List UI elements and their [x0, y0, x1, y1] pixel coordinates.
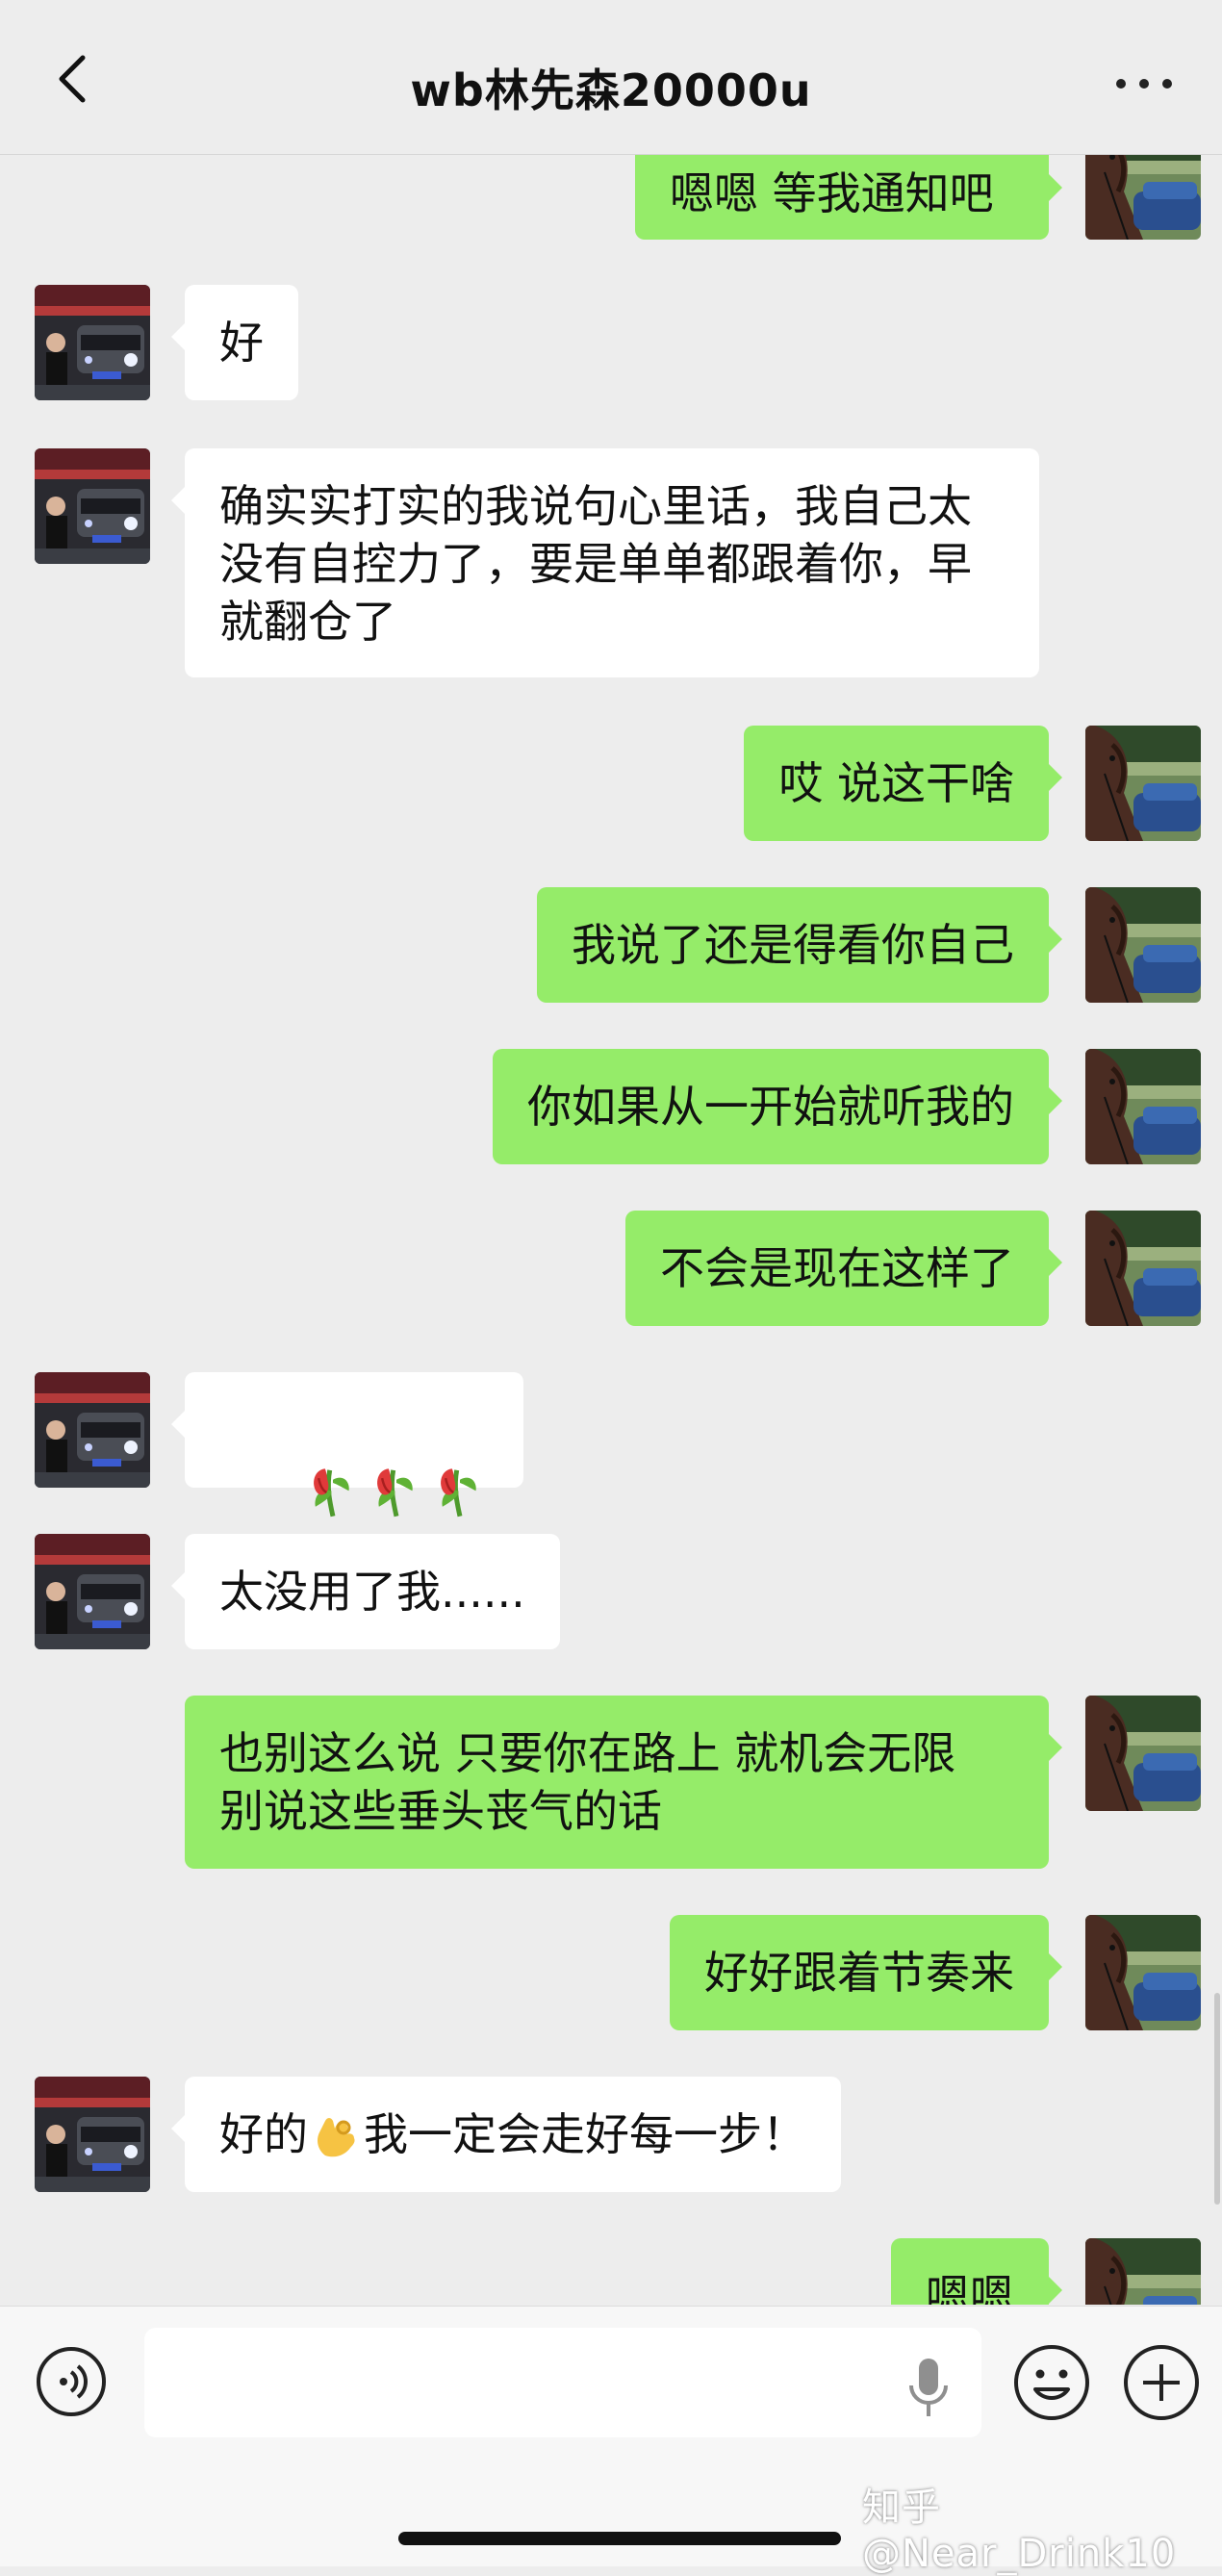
self-avatar[interactable]	[1085, 1696, 1201, 1811]
message-bubble[interactable]	[171, 1372, 523, 1488]
message-text: 我一定会走好每一步！	[364, 2108, 806, 2160]
self-avatar[interactable]	[1085, 1211, 1201, 1326]
self-avatar[interactable]	[1085, 1915, 1201, 2030]
watermark: 知乎 @Near_Drink10	[862, 2486, 1177, 2576]
wilted-rose-icon	[431, 1456, 489, 1519]
message-bubble[interactable]: 好	[171, 285, 298, 400]
message-bubble[interactable]: 也别这么说 只要你在路上 就机会无限 别说这些垂头丧气的话	[185, 1696, 1062, 1869]
wilted-rose-emojis	[304, 1456, 489, 1519]
message-bubble[interactable]: 好的 我一定会走好每一步！	[171, 2077, 841, 2192]
voice-icon	[37, 2347, 106, 2416]
self-avatar[interactable]	[1085, 155, 1201, 240]
self-avatar[interactable]	[1085, 726, 1201, 841]
ok-hand-icon	[318, 2118, 355, 2157]
self-avatar[interactable]	[1085, 887, 1201, 1003]
emoji-icon	[1014, 2345, 1089, 2420]
microphone-icon[interactable]	[904, 2355, 953, 2422]
message-bubble[interactable]: 嗯嗯	[891, 2238, 1062, 2305]
input-bar: 知乎 @Near_Drink10	[0, 2306, 1222, 2576]
plus-icon	[1124, 2345, 1199, 2420]
message-bubble[interactable]: 好好跟着节奏来	[670, 1915, 1062, 2030]
message-bubble[interactable]: 太没用了我......	[171, 1534, 560, 1649]
more-button[interactable]	[1107, 69, 1184, 98]
more-dots-icon	[1116, 79, 1126, 89]
message-bubble[interactable]: 哎 说这干啥	[744, 726, 1062, 841]
contact-avatar[interactable]	[35, 2077, 150, 2192]
chat-title: wb林先森20000u	[410, 64, 812, 116]
message-input[interactable]	[144, 2328, 981, 2437]
contact-avatar[interactable]	[35, 1534, 150, 1649]
message-bubble[interactable]: 你如果从一开始就听我的	[493, 1049, 1062, 1164]
message-text: 好的	[219, 2108, 308, 2160]
chat-messages[interactable]: 嗯嗯 等我通知吧 好 确实实打实的我说句心里话，我自己太没有自控力了，要是单单都…	[0, 155, 1222, 2305]
home-indicator[interactable]	[398, 2532, 841, 2545]
contact-avatar[interactable]	[35, 448, 150, 564]
self-avatar[interactable]	[1085, 1049, 1201, 1164]
message-bubble[interactable]: 嗯嗯 等我通知吧	[635, 155, 1062, 240]
emoji-button[interactable]	[1012, 2343, 1091, 2422]
contact-avatar[interactable]	[35, 285, 150, 400]
message-bubble[interactable]: 不会是现在这样了	[625, 1211, 1062, 1326]
chat-header: wb林先森20000u	[0, 0, 1222, 155]
contact-avatar[interactable]	[35, 1372, 150, 1488]
message-bubble[interactable]: 我说了还是得看你自己	[537, 887, 1062, 1003]
wilted-rose-icon	[368, 1456, 425, 1519]
voice-toggle-button[interactable]	[35, 2345, 108, 2418]
wilted-rose-icon	[304, 1456, 362, 1519]
scrollbar[interactable]	[1214, 1993, 1220, 2205]
message-bubble[interactable]: 确实实打实的我说句心里话，我自己太没有自控力了，要是单单都跟着你，早就翻仓了	[171, 448, 1039, 677]
self-avatar[interactable]	[1085, 2238, 1201, 2305]
more-functions-button[interactable]	[1122, 2343, 1201, 2422]
